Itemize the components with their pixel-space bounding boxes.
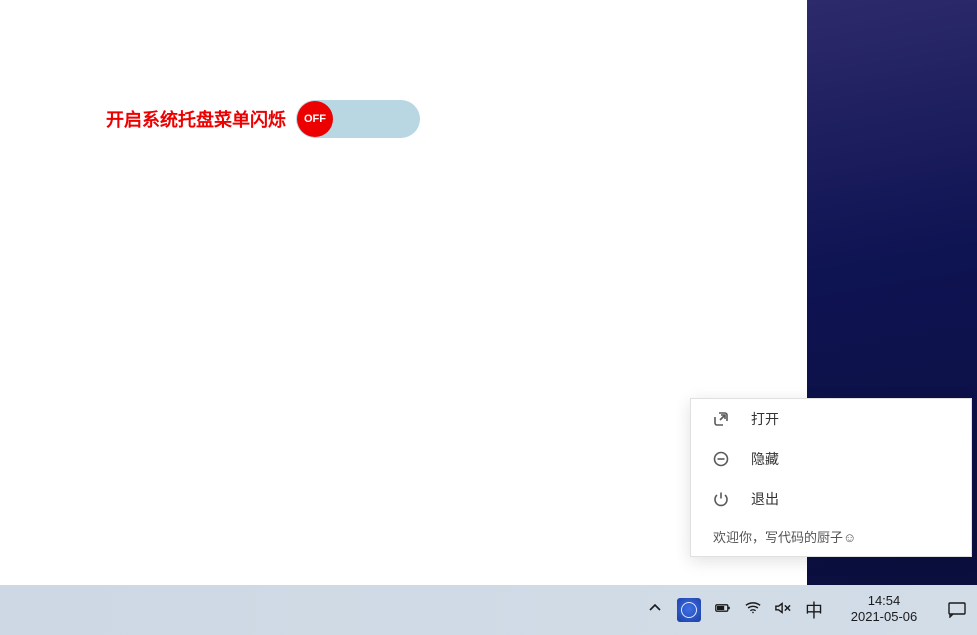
battery-icon[interactable] xyxy=(715,600,731,621)
ime-indicator[interactable]: 中 xyxy=(805,597,823,623)
menu-item-open[interactable]: 打开 xyxy=(691,399,971,439)
tray-icons: 中 xyxy=(647,597,831,623)
clock-date: 2021-05-06 xyxy=(851,609,918,626)
menu-item-exit[interactable]: 退出 xyxy=(691,479,971,519)
menu-footer: 欢迎你，写代码的厨子☺ xyxy=(691,519,971,556)
menu-item-label: 打开 xyxy=(751,409,779,429)
tray-blink-toggle[interactable]: OFF xyxy=(296,100,420,138)
wifi-icon[interactable] xyxy=(745,600,761,621)
clock-time: 14:54 xyxy=(868,594,901,608)
tray-blink-toggle-row: 开启系统托盘菜单闪烁 OFF xyxy=(106,100,420,138)
app-window: 开启系统托盘菜单闪烁 OFF xyxy=(0,0,807,585)
hide-icon xyxy=(713,451,729,467)
volume-mute-icon[interactable] xyxy=(775,600,791,621)
action-center-button[interactable] xyxy=(937,585,977,635)
exit-icon xyxy=(713,491,729,507)
taskbar: 中 14:54 2021-05-06 xyxy=(0,585,977,635)
tray-context-menu: 打开 隐藏 退出 欢迎你，写代码的厨子☺ xyxy=(690,398,972,557)
taskbar-tray: 中 14:54 2021-05-06 xyxy=(647,585,977,635)
tray-overflow-chevron-icon[interactable] xyxy=(647,600,663,621)
menu-item-label: 退出 xyxy=(751,489,779,509)
open-icon xyxy=(713,411,729,427)
toggle-knob: OFF xyxy=(297,101,333,137)
menu-item-hide[interactable]: 隐藏 xyxy=(691,439,971,479)
tray-blink-toggle-label: 开启系统托盘菜单闪烁 xyxy=(106,106,286,132)
taskbar-clock[interactable]: 14:54 2021-05-06 xyxy=(831,594,937,625)
menu-item-label: 隐藏 xyxy=(751,449,779,469)
tray-app-icon[interactable] xyxy=(677,598,701,622)
